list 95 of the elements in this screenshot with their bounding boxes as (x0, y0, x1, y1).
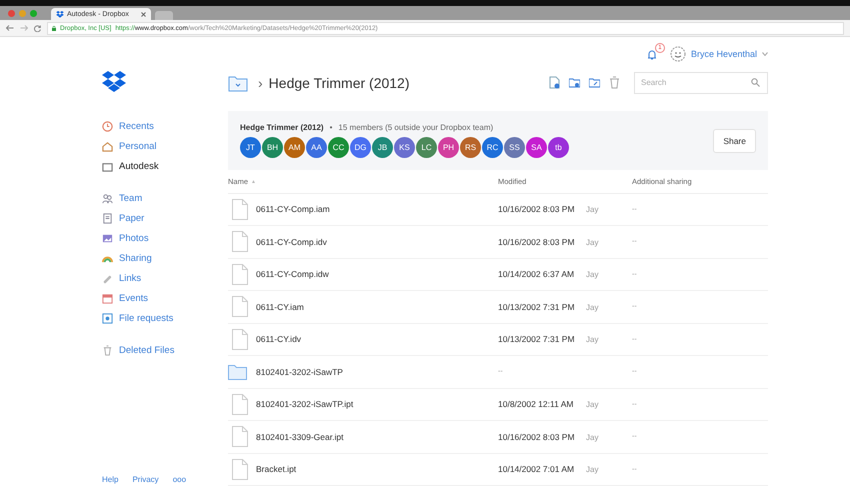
member-avatar[interactable]: RS (460, 137, 481, 158)
lock-icon (52, 26, 56, 30)
modified-by: Jay (586, 205, 598, 214)
caret-icon[interactable] (762, 52, 768, 56)
modified-by: Jay (586, 270, 598, 280)
member-avatar[interactable]: tb (548, 137, 569, 158)
file-icon (232, 231, 248, 252)
sidebar-item[interactable]: Recents (102, 119, 228, 134)
clock-icon (102, 121, 113, 132)
shared-folder-icon[interactable] (589, 76, 600, 90)
file-icon (232, 458, 248, 480)
close-icon[interactable] (141, 12, 146, 16)
folder-icon (228, 364, 247, 380)
footer-link[interactable]: Help (102, 475, 118, 485)
folder-icon (102, 161, 113, 172)
modified-date: 10/13/2002 7:31 PM (498, 334, 576, 344)
folder-icon[interactable] (228, 74, 248, 92)
file-icon (232, 296, 248, 318)
sidebar-item[interactable]: File requests (102, 311, 228, 326)
calendar-icon (102, 293, 113, 304)
modified-by: Jay (586, 432, 598, 442)
member-avatar[interactable]: JT (240, 137, 261, 158)
member-avatar[interactable]: JB (372, 137, 393, 158)
new-folder-icon[interactable] (569, 76, 580, 90)
file-name[interactable]: 0611-CY-Comp.idw (256, 269, 498, 280)
sidebar-item[interactable]: Paper (102, 211, 228, 226)
sidebar-item[interactable]: Team (102, 191, 228, 206)
member-avatar[interactable]: BH (262, 137, 283, 158)
sidebar-item[interactable]: Autodesk (102, 159, 228, 174)
image-icon (102, 233, 113, 244)
file-name[interactable]: Bracket.ipt (256, 464, 498, 474)
modified-date: 10/14/2002 7:01 AM (498, 464, 576, 474)
people-icon (102, 193, 113, 204)
file-name[interactable]: 0611-CY-Comp.idv (256, 236, 498, 247)
share-button[interactable]: Share (713, 128, 756, 153)
modified-by: Jay (586, 400, 598, 410)
modified-by: Jay (586, 465, 598, 474)
back-icon[interactable] (6, 25, 14, 31)
file-name[interactable]: 8102401-3202-iSawTP (256, 366, 498, 377)
shared-folder-name: Hedge Trimmer (2012) (240, 123, 324, 132)
file-name[interactable]: 0611-CY.iam (256, 302, 498, 312)
member-avatar[interactable]: RC (482, 137, 503, 158)
member-avatar[interactable]: LC (416, 137, 437, 158)
modified-date: 10/16/2002 8:03 PM (498, 236, 576, 247)
sidebar-item[interactable]: Sharing (102, 251, 228, 266)
sidebar-item[interactable]: Deleted Files (102, 343, 228, 358)
file-name[interactable]: 0611-CY-Comp.iam (256, 204, 498, 214)
file-icon (232, 264, 248, 285)
smiley-avatar-icon[interactable] (670, 46, 686, 62)
member-avatar[interactable]: CC (328, 137, 349, 158)
file-name[interactable]: 8102401-3309-Gear.ipt (256, 432, 498, 442)
user-name[interactable]: Bryce Heventhal (690, 48, 757, 59)
folder-title: Hedge Trimmer (2012) (268, 74, 410, 91)
search-field[interactable]: Search (634, 72, 768, 94)
file-icon (232, 198, 248, 220)
document-icon (102, 213, 113, 224)
trash-icon[interactable] (609, 76, 620, 90)
modified-by: Jay (586, 302, 598, 312)
member-avatar[interactable]: SA (526, 137, 547, 158)
sidebar-item[interactable]: Events (102, 291, 228, 306)
modified-date: 10/14/2002 6:37 AM (498, 269, 576, 280)
sidebar-item[interactable]: Links (102, 271, 228, 286)
footer-link[interactable]: ooo (172, 475, 186, 485)
sidebar-item[interactable]: Personal (102, 139, 228, 154)
search-icon (751, 78, 760, 87)
modified-date: 10/16/2002 8:03 PM (498, 204, 576, 214)
member-avatar[interactable]: SS (504, 137, 525, 158)
separator-dot: • (330, 123, 332, 132)
modified-date: 10/8/2002 12:11 AM (498, 399, 574, 410)
dropbox-logo-icon (56, 10, 64, 18)
member-avatar[interactable]: AM (284, 137, 305, 158)
dropbox-logo[interactable] (102, 71, 126, 93)
member-avatar[interactable]: DG (350, 137, 371, 158)
trash-icon (102, 345, 113, 356)
file-name[interactable]: 8102401-3202-iSawTP.ipt (256, 399, 498, 410)
bell-icon[interactable] (646, 48, 658, 61)
member-avatar[interactable]: KS (394, 137, 415, 158)
file-icon (232, 328, 248, 350)
members-summary: 15 members (5 outside your Dropbox team) (338, 123, 494, 132)
file-icon (232, 426, 248, 448)
footer-link[interactable]: Privacy (132, 475, 159, 485)
sidebar-item[interactable]: Photos (102, 231, 228, 246)
modified-by: Jay (586, 335, 598, 344)
breadcrumb-separator: › (258, 74, 263, 91)
modified-date: 10/13/2002 7:31 PM (498, 302, 576, 312)
forward-icon[interactable] (20, 25, 28, 31)
house-icon (102, 141, 113, 152)
modified-by: Jay (586, 238, 598, 247)
file-icon (232, 394, 248, 415)
member-avatar[interactable]: PH (438, 137, 459, 158)
upload-file-icon[interactable] (549, 76, 560, 90)
modified-date: 10/16/2002 8:03 PM (498, 432, 576, 442)
reload-icon[interactable] (34, 24, 41, 32)
member-avatar[interactable]: AA (306, 137, 327, 158)
file-name[interactable]: 0611-CY.idv (256, 334, 498, 344)
